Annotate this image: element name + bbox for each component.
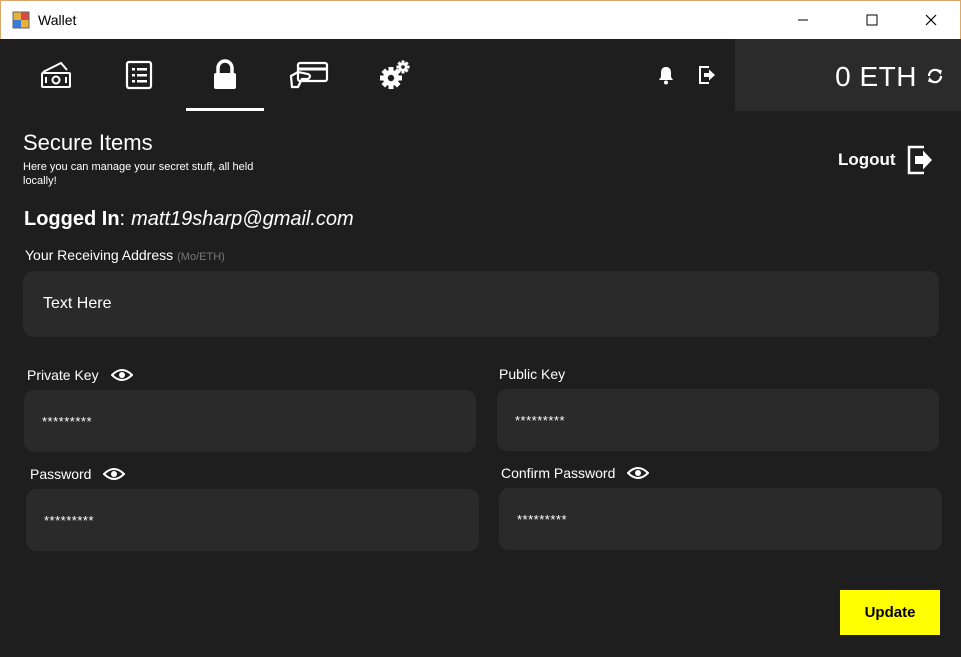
nav-bar: 0 ETH	[0, 39, 961, 111]
public-key-label: Public Key	[499, 366, 565, 382]
password-label-text: Password	[30, 466, 92, 482]
card-icon	[289, 61, 329, 89]
maximize-button[interactable]	[849, 1, 895, 39]
logout-icon	[907, 145, 932, 175]
logged-in-email: matt19sharp@gmail.com	[131, 208, 354, 230]
page-description: Here you can manage your secret stuff, a…	[23, 161, 254, 187]
exit-button[interactable]	[696, 64, 718, 86]
exit-icon	[699, 66, 715, 84]
money-icon	[41, 61, 71, 88]
tab-secure[interactable]	[186, 39, 264, 111]
password-field[interactable]: *********	[26, 489, 479, 551]
update-button[interactable]: Update	[840, 590, 940, 635]
minimize-button[interactable]	[780, 1, 826, 39]
receiving-address-label-text: Your Receiving Address	[25, 247, 174, 263]
receiving-address-hint: (Mo/ETH)	[177, 251, 225, 263]
public-key-label-text: Public Key	[499, 366, 566, 382]
tab-cards[interactable]	[270, 39, 348, 111]
app-icon	[12, 11, 30, 29]
notifications-button[interactable]	[655, 64, 677, 86]
maximize-icon	[866, 14, 878, 26]
private-key-label: Private Key	[27, 367, 133, 383]
tab-settings[interactable]	[356, 39, 434, 111]
private-key-field[interactable]: *********	[24, 390, 476, 452]
bell-icon	[659, 67, 673, 85]
gears-icon	[380, 60, 410, 89]
minimize-icon	[798, 19, 808, 21]
private-key-label-text: Private Key	[27, 367, 99, 383]
tab-wallet[interactable]	[17, 39, 95, 111]
close-button[interactable]	[908, 1, 954, 39]
refresh-icon[interactable]	[926, 67, 944, 85]
lock-icon	[214, 59, 236, 89]
private-key-eye-icon[interactable]	[110, 368, 133, 382]
logout-button[interactable]: Logout	[838, 143, 934, 177]
balance-amount: 0 ETH	[835, 61, 917, 92]
password-label: Password	[30, 466, 126, 482]
confirm-password-label-text: Confirm Password	[501, 465, 616, 481]
public-key-field[interactable]: *********	[497, 389, 939, 451]
logged-in-line: Logged In: matt19sharp@gmail.com	[24, 208, 354, 231]
window-title: Wallet	[38, 12, 77, 28]
close-icon	[925, 14, 937, 26]
page-title: Secure Items	[23, 130, 153, 155]
receiving-address-label: Your Receiving Address (Mo/ETH)	[25, 247, 225, 263]
logged-in-label: Logged In	[24, 208, 120, 230]
confirm-password-eye-icon[interactable]	[627, 466, 650, 480]
confirm-password-field[interactable]: *********	[499, 488, 942, 550]
balance-panel: 0 ETH	[735, 39, 961, 111]
password-eye-icon[interactable]	[103, 467, 126, 481]
title-bar: Wallet	[0, 0, 961, 39]
tab-transactions[interactable]	[100, 39, 178, 111]
receiving-address-field[interactable]: Text Here	[23, 271, 939, 337]
logout-label: Logout	[838, 150, 896, 169]
list-icon	[125, 60, 153, 90]
confirm-password-label: Confirm Password	[501, 465, 650, 481]
logged-in-colon: :	[119, 208, 126, 230]
